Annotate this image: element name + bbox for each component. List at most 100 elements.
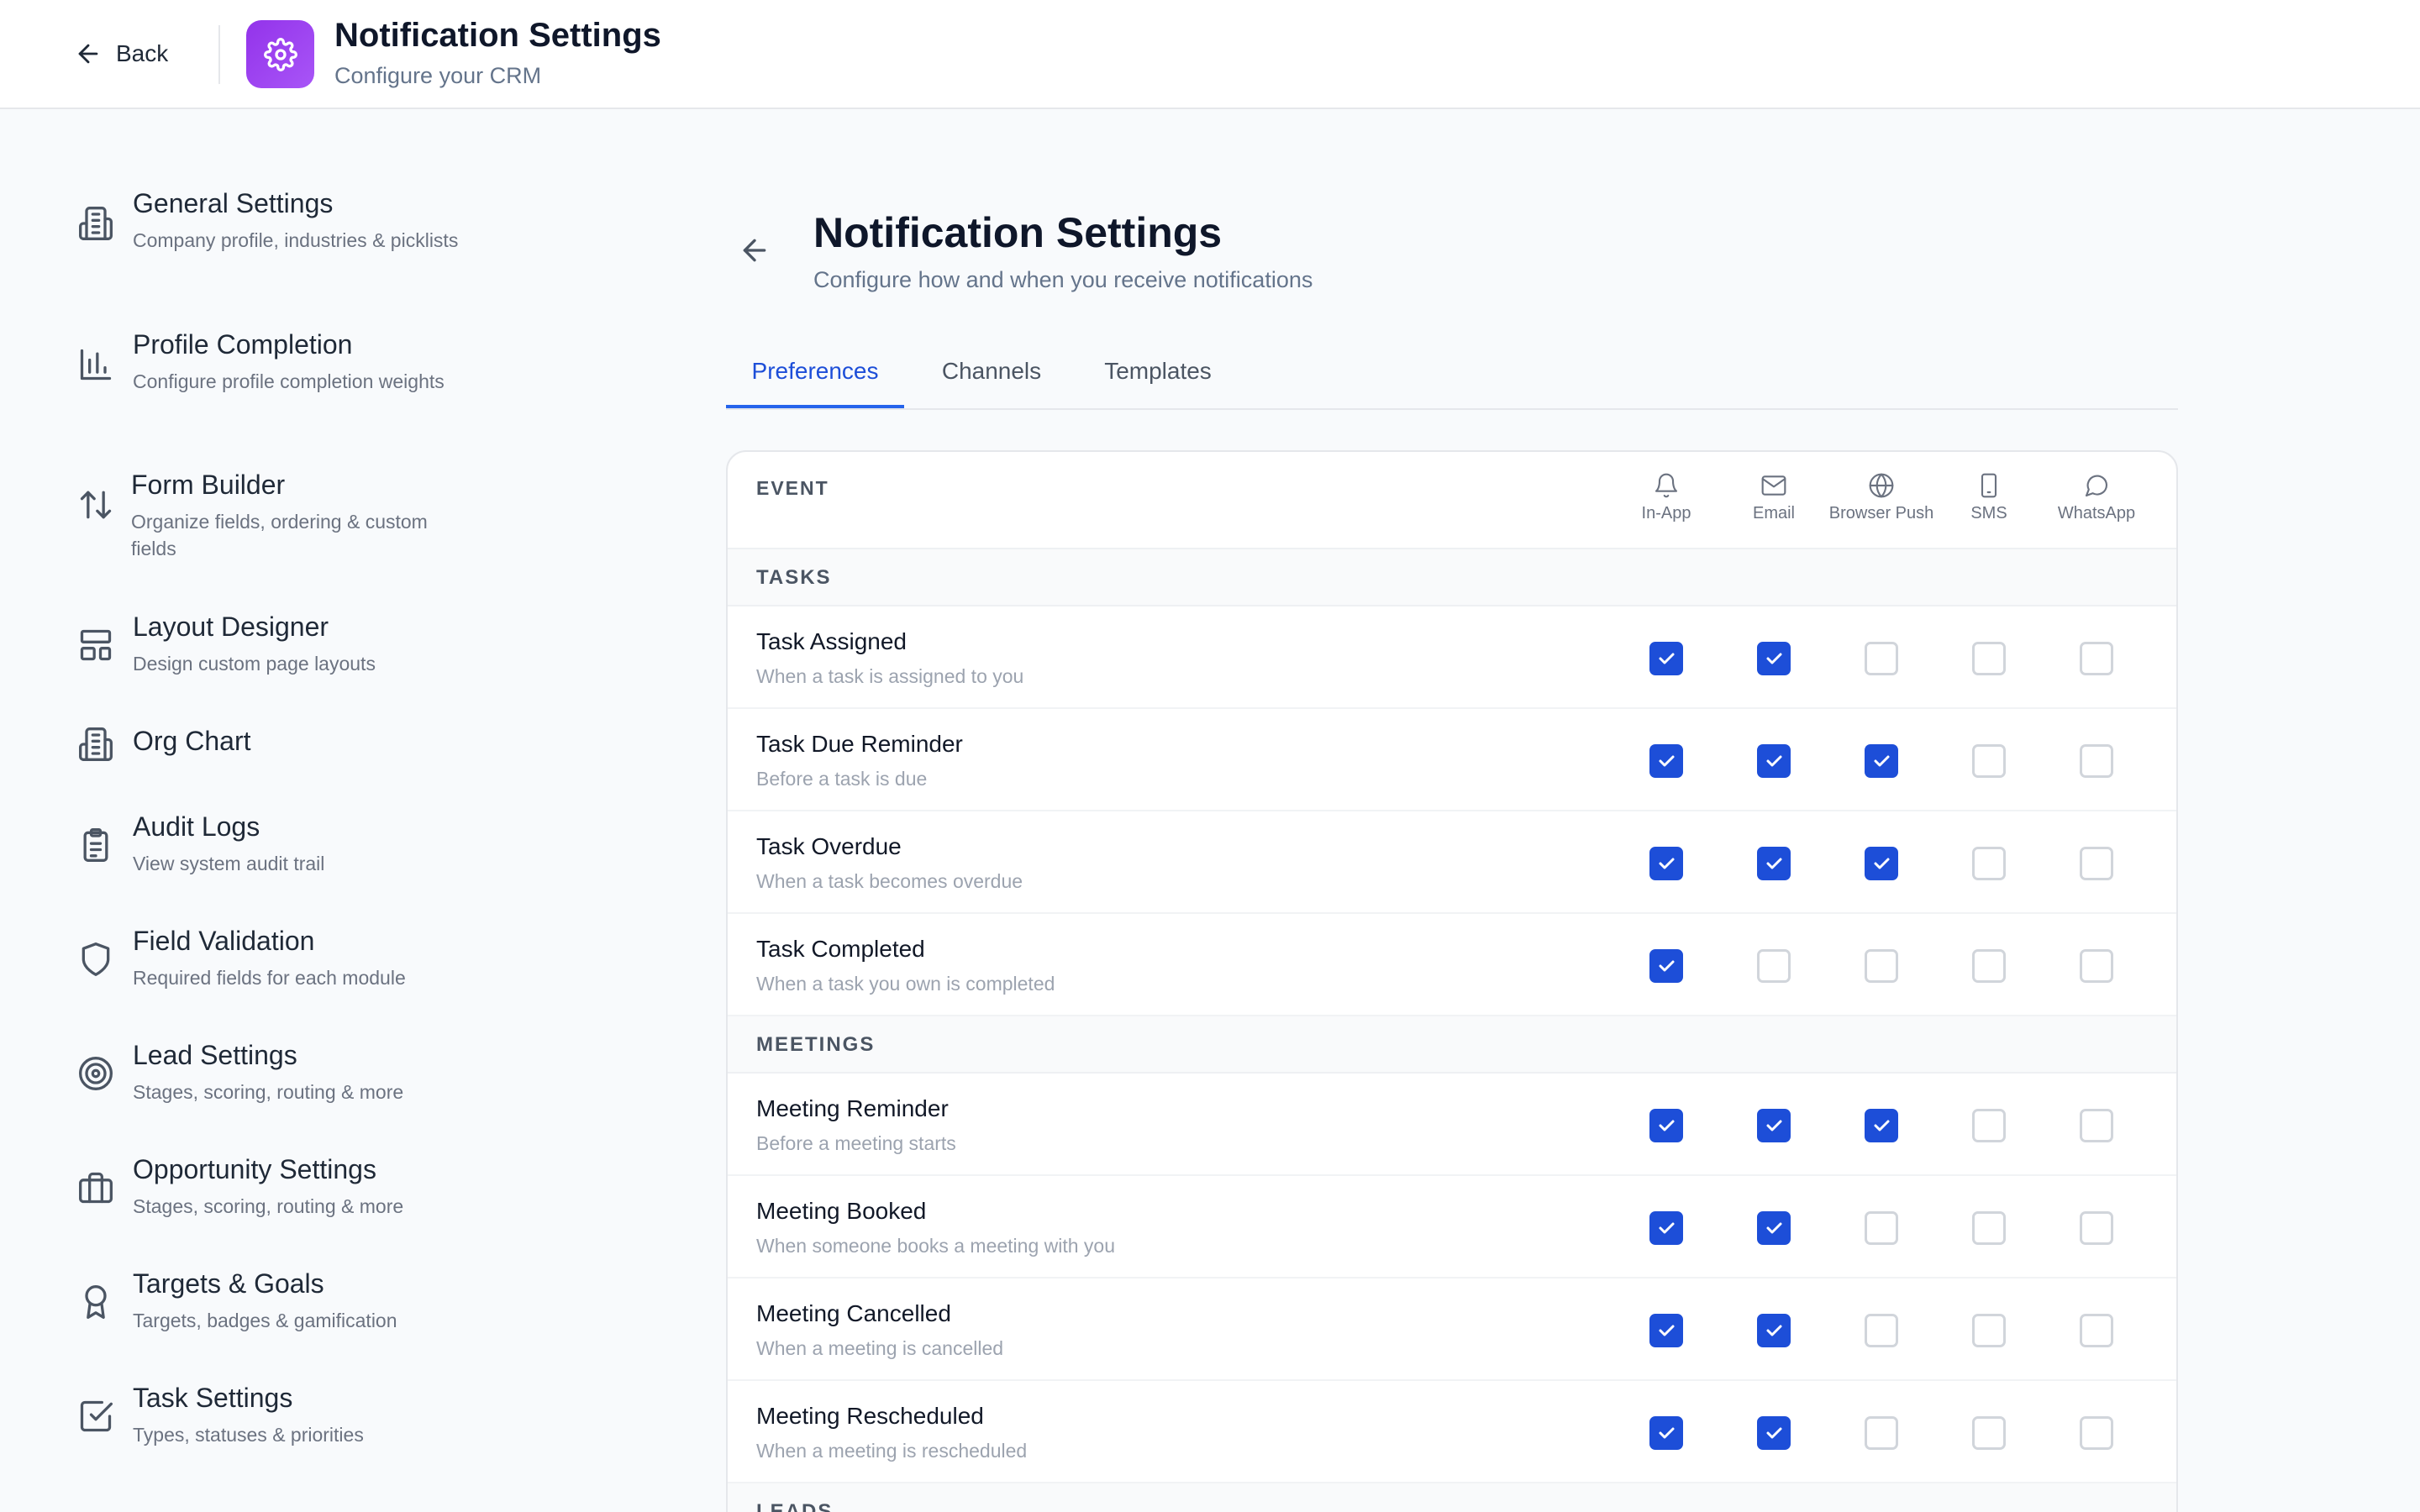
- sidebar-item-general-settings[interactable]: General Settings Company profile, indust…: [77, 188, 481, 281]
- checkbox-whatsapp[interactable]: [2080, 1314, 2113, 1347]
- table-row: Meeting Reminder Before a meeting starts: [728, 1074, 2176, 1176]
- checkbox-sms[interactable]: [1972, 1109, 2006, 1142]
- mail-icon: [1761, 475, 1786, 496]
- checkbox-in-app[interactable]: [1649, 642, 1683, 675]
- settings-app-icon: [246, 20, 314, 88]
- chat-bubble-icon: [2085, 475, 2108, 497]
- checkbox-sms[interactable]: [1972, 744, 2006, 778]
- checkbox-browser-push[interactable]: [1865, 1314, 1898, 1347]
- checkbox-email[interactable]: [1757, 744, 1791, 778]
- header-divider: [218, 25, 220, 84]
- table-row: Task Completed When a task you own is com…: [728, 914, 2176, 1016]
- channel-label: Email: [1752, 504, 1795, 522]
- checkbox-in-app[interactable]: [1649, 949, 1683, 983]
- checkbox-sms[interactable]: [1972, 1211, 2006, 1245]
- section-label: TASKS: [756, 566, 832, 589]
- sidebar-item-title: Task Settings: [133, 1383, 293, 1413]
- checkmark-icon: [1766, 1427, 1782, 1439]
- event-title: Task Overdue: [756, 833, 902, 859]
- checkbox-sms[interactable]: [1972, 949, 2006, 983]
- checkbox-in-app[interactable]: [1649, 1109, 1683, 1142]
- checkbox-sms[interactable]: [1972, 847, 2006, 880]
- checkbox-browser-push[interactable]: [1865, 744, 1898, 778]
- sidebar-item-org-chart[interactable]: Org Chart: [77, 726, 481, 776]
- event-column-header: EVENT: [756, 477, 829, 499]
- checkbox-email[interactable]: [1757, 1416, 1791, 1450]
- sidebar-item-targets-goals[interactable]: Targets & Goals Targets, badges & gamifi…: [77, 1268, 481, 1344]
- checkbox-whatsapp[interactable]: [2080, 744, 2113, 778]
- checkmark-icon: [1874, 858, 1890, 869]
- tab-templates[interactable]: Templates: [1082, 358, 1234, 408]
- tab-preferences[interactable]: Preferences: [726, 358, 904, 408]
- sidebar-item-title: Targets & Goals: [133, 1268, 324, 1299]
- checkbox-email[interactable]: [1757, 1211, 1791, 1245]
- sidebar-item-lead-settings[interactable]: Lead Settings Stages, scoring, routing &…: [77, 1040, 481, 1116]
- sidebar-item-audit-logs[interactable]: Audit Logs View system audit trail: [77, 811, 481, 887]
- checkbox-in-app[interactable]: [1649, 1416, 1683, 1450]
- checkbox-email[interactable]: [1757, 642, 1791, 675]
- checkbox-whatsapp[interactable]: [2080, 949, 2113, 983]
- sidebar-item-layout-designer[interactable]: Layout Designer Design custom page layou…: [77, 612, 481, 687]
- sidebar-item-task-settings[interactable]: Task Settings Types, statuses & prioriti…: [77, 1383, 481, 1458]
- checkbox-in-app[interactable]: [1649, 1211, 1683, 1245]
- checkbox-whatsapp[interactable]: [2080, 1416, 2113, 1450]
- checkbox-browser-push[interactable]: [1865, 642, 1898, 675]
- tab-bar: Preferences Channels Templates: [726, 344, 2178, 410]
- table-row: Meeting Booked When someone books a meeti…: [728, 1176, 2176, 1278]
- checkbox-in-app[interactable]: [1649, 744, 1683, 778]
- checkbox-browser-push[interactable]: [1865, 1416, 1898, 1450]
- tab-channels[interactable]: Channels: [924, 358, 1059, 408]
- event-description: When a meeting is rescheduled: [756, 1440, 1028, 1462]
- back-button[interactable]: Back: [74, 34, 168, 74]
- checkbox-browser-push[interactable]: [1865, 949, 1898, 983]
- shield-icon: [77, 941, 114, 978]
- sidebar-item-title: Form Builder: [131, 470, 286, 500]
- checkbox-in-app[interactable]: [1649, 1314, 1683, 1347]
- sidebar-item-title: Profile Completion: [133, 329, 353, 360]
- checkbox-email[interactable]: [1757, 1314, 1791, 1347]
- notification-preferences-table: EVENT In-App Email Browser Push SMS What…: [726, 450, 2178, 1512]
- sidebar-item-title: Field Validation: [133, 926, 315, 956]
- checkbox-icon: [77, 1398, 114, 1435]
- clipboard-icon: [77, 827, 114, 864]
- checkbox-email[interactable]: [1757, 847, 1791, 880]
- checkbox-whatsapp[interactable]: [2080, 1109, 2113, 1142]
- sidebar-item-form-builder[interactable]: Form Builder Organize fields, ordering &…: [77, 470, 481, 562]
- checkbox-sms[interactable]: [1972, 1314, 2006, 1347]
- checkbox-whatsapp[interactable]: [2080, 847, 2113, 880]
- section-label: MEETINGS: [756, 1033, 876, 1056]
- checkbox-browser-push[interactable]: [1865, 847, 1898, 880]
- award-icon: [77, 1284, 114, 1320]
- main-back-button[interactable]: [738, 234, 775, 270]
- building-icon: [77, 205, 114, 242]
- sidebar-item-field-validation[interactable]: Field Validation Required fields for eac…: [77, 926, 481, 1001]
- checkbox-whatsapp[interactable]: [2080, 1211, 2113, 1245]
- checkbox-in-app[interactable]: [1649, 847, 1683, 880]
- checkbox-email[interactable]: [1757, 949, 1791, 983]
- checkmark-icon: [1766, 1325, 1782, 1336]
- checkbox-browser-push[interactable]: [1865, 1211, 1898, 1245]
- app-root: Back Notification Settings Configure you…: [0, 0, 2420, 1512]
- gear-icon: [263, 37, 297, 71]
- checkbox-browser-push[interactable]: [1865, 1109, 1898, 1142]
- table-row: Task Due Reminder Before a task is due: [728, 709, 2176, 811]
- sidebar-item-title: Lead Settings: [133, 1040, 297, 1070]
- checkbox-whatsapp[interactable]: [2080, 642, 2113, 675]
- building-icon: [77, 726, 114, 763]
- checkmark-icon: [1766, 755, 1782, 767]
- arrow-left-icon: [78, 44, 98, 64]
- channel-label: SMS: [1970, 504, 2007, 522]
- checkmark-icon: [1659, 1427, 1675, 1439]
- checkbox-sms[interactable]: [1972, 1416, 2006, 1450]
- checkmark-icon: [1766, 1120, 1782, 1131]
- checkbox-sms[interactable]: [1972, 642, 2006, 675]
- event-description: When a meeting is cancelled: [756, 1337, 1004, 1359]
- sidebar-item-opportunity-settings[interactable]: Opportunity Settings Stages, scoring, ro…: [77, 1154, 481, 1230]
- sidebar-item-title: General Settings: [133, 188, 334, 218]
- table-row: Meeting Rescheduled When a meeting is res…: [728, 1381, 2176, 1483]
- event-title: Task Assigned: [756, 628, 907, 654]
- sidebar-item-profile-completion[interactable]: Profile Completion Configure profile com…: [77, 329, 481, 422]
- checkmark-icon: [1766, 653, 1782, 664]
- header-title: Notification Settings: [334, 17, 661, 54]
- checkbox-email[interactable]: [1757, 1109, 1791, 1142]
